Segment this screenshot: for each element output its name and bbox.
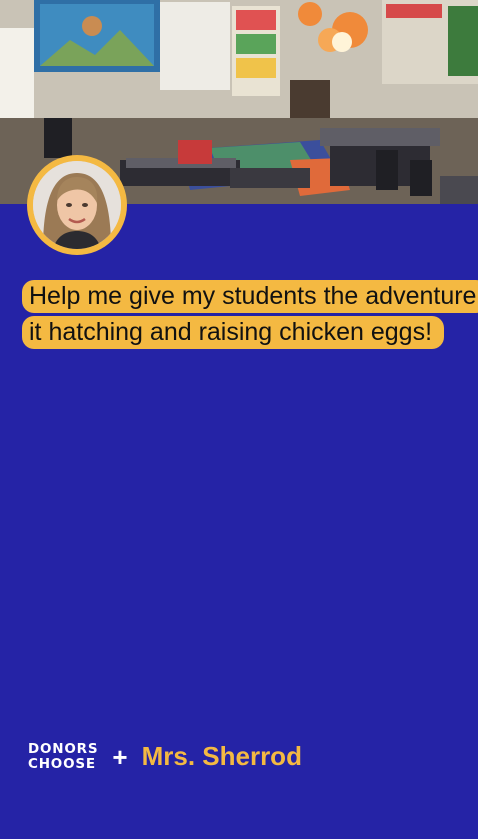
footer-branding: DONORS CHOOSE + Mrs. Sherrod [28,741,302,772]
logo-line-2: CHOOSE [28,755,96,772]
teacher-portrait-illustration [33,161,121,249]
teacher-portrait [33,161,121,249]
logo-line-1: DONORS [28,740,99,757]
plus-sign: + [112,741,128,772]
donorschoose-logo: DONORS CHOOSE [28,740,99,772]
teacher-avatar [27,155,127,255]
headline-text: Help me give my students the adventure i… [22,280,478,349]
project-headline: Help me give my students the adventure i… [22,278,478,350]
teacher-name: Mrs. Sherrod [141,741,302,771]
